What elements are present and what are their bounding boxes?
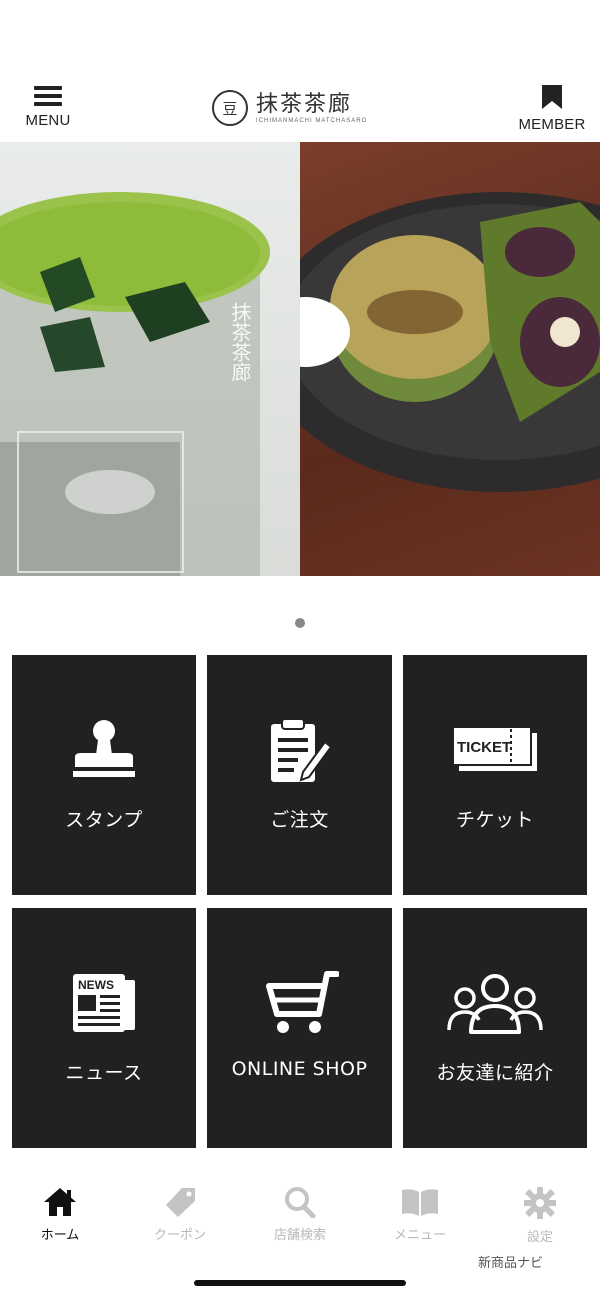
home-indicator[interactable] xyxy=(194,1280,406,1286)
gear-icon xyxy=(524,1187,556,1219)
home-icon xyxy=(44,1188,76,1216)
stamp-label: スタンプ xyxy=(65,809,143,831)
logo-name: 抹茶茶廊 xyxy=(256,92,353,117)
order-label: ご注文 xyxy=(270,809,329,831)
ticket-label: チケット xyxy=(455,809,534,831)
bottom-tab-bar: ホーム クーポン 店舗検索 メニュー 設定 xyxy=(0,1172,600,1262)
tab-menu[interactable]: メニュー xyxy=(360,1172,480,1262)
tab-settings[interactable]: 設定 xyxy=(480,1172,600,1262)
tab-settings-label: 設定 xyxy=(526,1230,553,1245)
svg-text:抹茶茶廊: 抹茶茶廊 xyxy=(228,302,252,382)
member-label: MEMBER xyxy=(518,116,586,133)
newspaper-icon: NEWS xyxy=(73,974,135,1032)
menu-label: MENU xyxy=(25,112,71,129)
member-button[interactable]: MEMBER xyxy=(516,84,588,134)
carousel-indicator xyxy=(0,618,600,630)
stamp-tile[interactable]: スタンプ xyxy=(12,655,196,895)
logo-subtitle: ICHIMANMACHI MATCHASARO xyxy=(256,118,368,124)
shopping-cart-icon xyxy=(265,971,339,1033)
refer-friend-label: お友達に紹介 xyxy=(436,1062,554,1084)
tab-store-search[interactable]: 店舗検索 xyxy=(240,1172,360,1262)
bookmark-icon xyxy=(542,85,562,109)
hero-image-matcha-drink: 抹茶茶廊 xyxy=(0,142,300,576)
online-shop-label: ONLINE SHOP xyxy=(231,1058,368,1080)
carousel-dot[interactable] xyxy=(295,618,305,628)
refer-friend-tile[interactable]: お友達に紹介 xyxy=(403,908,587,1148)
ticket-icon-text: TICKET xyxy=(457,739,511,756)
app-header: MENU 豆 抹茶茶廊 ICHIMANMACHI MATCHASARO MEMB… xyxy=(0,70,600,142)
watermark-text: 新商品ナビ xyxy=(478,1256,544,1271)
stamp-icon xyxy=(73,720,135,777)
online-shop-tile[interactable]: ONLINE SHOP xyxy=(207,908,392,1148)
ticket-icon: TICKET xyxy=(452,726,537,771)
logo-mark: 豆 xyxy=(212,90,248,126)
tab-home-label: ホーム xyxy=(40,1228,80,1243)
ticket-tile[interactable]: TICKET チケット xyxy=(403,655,587,895)
order-tile[interactable]: ご注文 xyxy=(207,655,392,895)
tab-coupon[interactable]: クーポン xyxy=(120,1172,240,1262)
friends-icon xyxy=(447,974,543,1034)
tab-menu-label: メニュー xyxy=(393,1228,446,1243)
search-icon xyxy=(285,1187,316,1218)
tab-home[interactable]: ホーム xyxy=(0,1172,120,1262)
hero-banner[interactable]: 抹茶茶廊 xyxy=(0,142,600,576)
hamburger-icon xyxy=(34,84,62,106)
hero-image-matcha-sweets xyxy=(260,142,600,576)
news-icon-text: NEWS xyxy=(78,978,114,992)
brand-logo[interactable]: 豆 抹茶茶廊 ICHIMANMACHI MATCHASARO xyxy=(212,88,367,128)
tag-icon xyxy=(166,1188,195,1217)
tab-coupon-label: クーポン xyxy=(153,1228,206,1243)
clipboard-order-icon xyxy=(270,718,332,782)
book-icon xyxy=(402,1189,438,1216)
news-tile[interactable]: NEWS ニュース xyxy=(12,908,196,1148)
news-label: ニュース xyxy=(65,1062,143,1084)
menu-button[interactable]: MENU xyxy=(18,84,78,134)
tab-store-search-label: 店舗検索 xyxy=(273,1228,326,1243)
